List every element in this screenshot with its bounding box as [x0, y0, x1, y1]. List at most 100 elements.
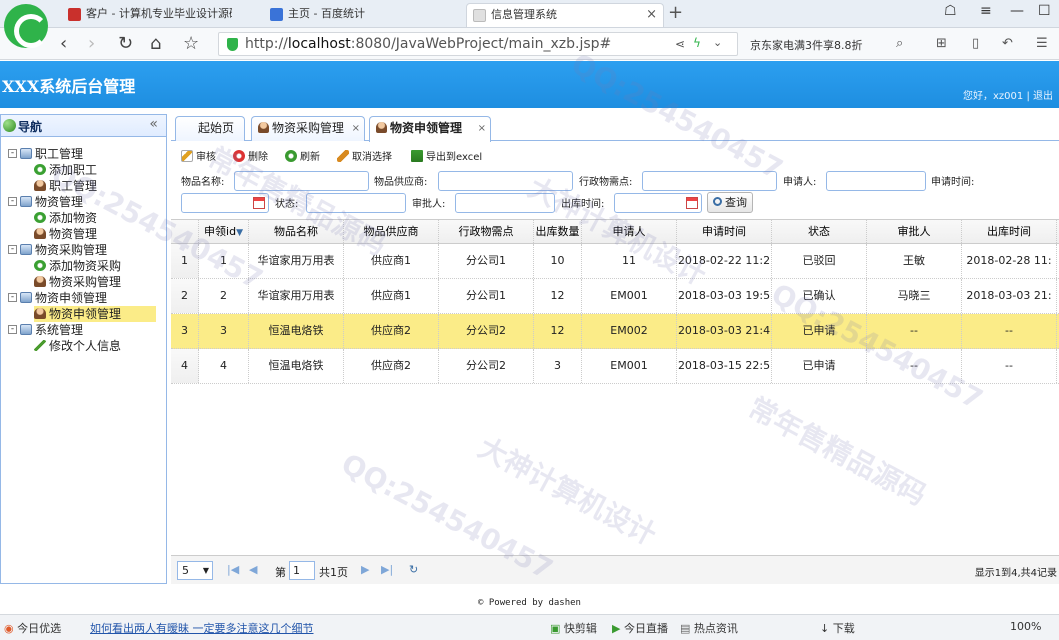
tree-group-staff[interactable]: 职工管理 [20, 146, 83, 162]
browser-tab-baidu[interactable]: 主页 - 百度统计 [264, 3, 454, 27]
close-tab-icon[interactable]: × [352, 117, 360, 140]
new-tab-icon[interactable]: + [668, 2, 683, 23]
collapse-node-icon[interactable]: - [8, 197, 17, 206]
last-page-icon[interactable]: ▶| [381, 563, 393, 576]
query-button[interactable]: 查询 [707, 192, 753, 213]
reload-icon[interactable]: ↻ [118, 33, 133, 54]
tab-home[interactable]: 起始页 [175, 116, 245, 141]
col-header[interactable]: 申领id▼ [199, 220, 249, 243]
today-picks[interactable]: ◉ 今日优选 [4, 620, 61, 636]
home-icon[interactable]: ⌂ [150, 33, 161, 54]
refresh-icon[interactable]: ↻ [409, 563, 418, 576]
col-header[interactable]: 出库数量 [534, 220, 582, 243]
close-tab-icon[interactable]: × [646, 4, 657, 26]
news-headline-link[interactable]: 如何看出两人有暧昧 一定要多注意这几个细节 [90, 620, 314, 636]
col-header[interactable]: 状态 [772, 220, 867, 243]
out-time-input[interactable] [614, 193, 702, 213]
export-excel-button[interactable]: 导出到excel [411, 148, 482, 163]
grid-apps-icon[interactable]: ⊞ [936, 36, 947, 51]
tab-purchase-manage[interactable]: 物资采购管理 × [251, 116, 365, 141]
table-row[interactable]: 1 1 华谊家用万用表 供应商1 分公司1 10 11 2018-02-22 1… [171, 244, 1059, 279]
applicant-input[interactable] [826, 171, 926, 191]
col-header[interactable]: 申请人 [582, 220, 677, 243]
table-row[interactable]: 2 2 华谊家用万用表 供应商1 分公司1 12 EM001 2018-03-0… [171, 279, 1059, 314]
collapse-node-icon[interactable]: - [8, 149, 17, 158]
calendar-icon[interactable] [686, 197, 698, 209]
tree-group-material[interactable]: 物资管理 [20, 194, 83, 210]
status-input[interactable] [306, 193, 406, 213]
live-button[interactable]: ▶ 今日直播 [612, 620, 668, 636]
minimize-icon[interactable]: — [1010, 3, 1024, 19]
logout-link[interactable]: 退出 [1033, 91, 1053, 102]
user-icon [34, 276, 46, 287]
add-icon [34, 164, 46, 175]
col-header[interactable]: 审批人 [867, 220, 962, 243]
cancel-select-button[interactable]: 取消选择 [337, 148, 392, 163]
table-row-selected[interactable]: 3 3 恒温电烙铁 供应商2 分公司2 12 EM002 2018-03-03 … [171, 314, 1059, 349]
collapse-node-icon[interactable]: - [8, 245, 17, 254]
name-input[interactable] [234, 171, 369, 191]
browser-logo-icon[interactable] [4, 4, 48, 48]
menu-icon[interactable]: ≡ [980, 3, 992, 19]
undo-icon[interactable]: ↶ [1002, 36, 1013, 51]
col-header[interactable]: 申请时间 [677, 220, 772, 243]
tab-requisition-manage[interactable]: 物资申领管理 × [369, 116, 491, 142]
tree-item-edit-profile[interactable]: 修改个人信息 [34, 338, 121, 354]
lightning-icon[interactable]: ϟ [693, 36, 701, 50]
tree-item-add-staff[interactable]: 添加职工 [34, 162, 97, 178]
maximize-icon[interactable]: ☐ [1038, 3, 1051, 19]
tree-item-material-manage[interactable]: 物资管理 [34, 226, 97, 242]
tree-item-add-purchase[interactable]: 添加物资采购 [34, 258, 121, 274]
promo-text[interactable]: 京东家电满3件享8.8折 [750, 37, 863, 53]
col-header[interactable]: 物品名称 [249, 220, 344, 243]
zoom-level[interactable]: 100% [1010, 620, 1041, 633]
back-icon[interactable]: ‹ [60, 33, 67, 54]
audit-button[interactable]: 审核 [181, 148, 216, 163]
collapse-icon[interactable]: « [149, 116, 158, 132]
next-page-icon[interactable]: ▶ [361, 563, 369, 576]
tree-item-add-material[interactable]: 添加物资 [34, 210, 97, 226]
app-title: XXX系统后台管理 [2, 77, 136, 96]
page-size-select[interactable]: 5 [177, 561, 213, 580]
tree-item-purchase-manage[interactable]: 物资采购管理 [34, 274, 121, 290]
collapse-node-icon[interactable]: - [8, 293, 17, 302]
browser-tab-active[interactable]: 信息管理系统 × [466, 3, 664, 27]
share-icon[interactable]: ⋖ [675, 37, 685, 51]
tree-group-requisition[interactable]: 物资申领管理 [20, 290, 107, 306]
delete-button[interactable]: 删除 [233, 148, 268, 163]
chevron-down-icon[interactable]: ⌄ [713, 36, 722, 49]
refresh-button[interactable]: 刷新 [285, 148, 320, 163]
collapse-node-icon[interactable]: - [8, 325, 17, 334]
apply-time-input[interactable] [181, 193, 269, 213]
tree-item-requisition-manage[interactable]: 物资申领管理 [34, 306, 156, 322]
quick-clip-button[interactable]: ▣ 快剪辑 [550, 620, 597, 636]
user-icon [34, 308, 46, 319]
more-menu-icon[interactable]: ☰ [1036, 36, 1048, 51]
url-input[interactable]: http://localhost:8080/JavaWebProject/mai… [218, 32, 738, 56]
search-icon[interactable]: ⌕ [896, 36, 903, 51]
first-page-icon[interactable]: |◀ [227, 563, 239, 576]
grid-toolbar: 审核 删除 刷新 取消选择 导出到excel [171, 142, 1059, 168]
point-input[interactable] [642, 171, 777, 191]
calendar-icon[interactable] [253, 197, 265, 209]
supplier-input[interactable] [438, 171, 573, 191]
tablet-icon[interactable]: ▯ [972, 36, 979, 51]
approver-input[interactable] [455, 193, 555, 213]
tree-item-staff-manage[interactable]: 职工管理 [34, 178, 97, 194]
page-number-input[interactable]: 1 [289, 561, 315, 580]
hot-news-button[interactable]: ▤ 热点资讯 [680, 620, 738, 636]
close-tab-icon[interactable]: × [478, 117, 486, 140]
shirt-skin-icon[interactable]: ☖ [944, 3, 957, 19]
download-button[interactable]: ↓ 下载 [820, 620, 855, 636]
tree-group-system[interactable]: 系统管理 [20, 322, 83, 338]
prev-page-icon[interactable]: ◀ [249, 563, 257, 576]
col-header[interactable]: 物品供应商 [344, 220, 439, 243]
browser-tab-customer[interactable]: 客户 - 计算机专业毕业设计源码 [62, 3, 232, 27]
point-label: 行政物需点: [579, 177, 633, 188]
bookmark-star-icon[interactable]: ☆ [183, 33, 199, 54]
col-header[interactable]: 行政物需点 [439, 220, 534, 243]
col-header[interactable]: 出库时间 [962, 220, 1057, 243]
table-row[interactable]: 4 4 恒温电烙铁 供应商2 分公司2 3 EM001 2018-03-15 2… [171, 349, 1059, 384]
forward-icon[interactable]: › [88, 33, 95, 54]
tree-group-purchase[interactable]: 物资采购管理 [20, 242, 107, 258]
